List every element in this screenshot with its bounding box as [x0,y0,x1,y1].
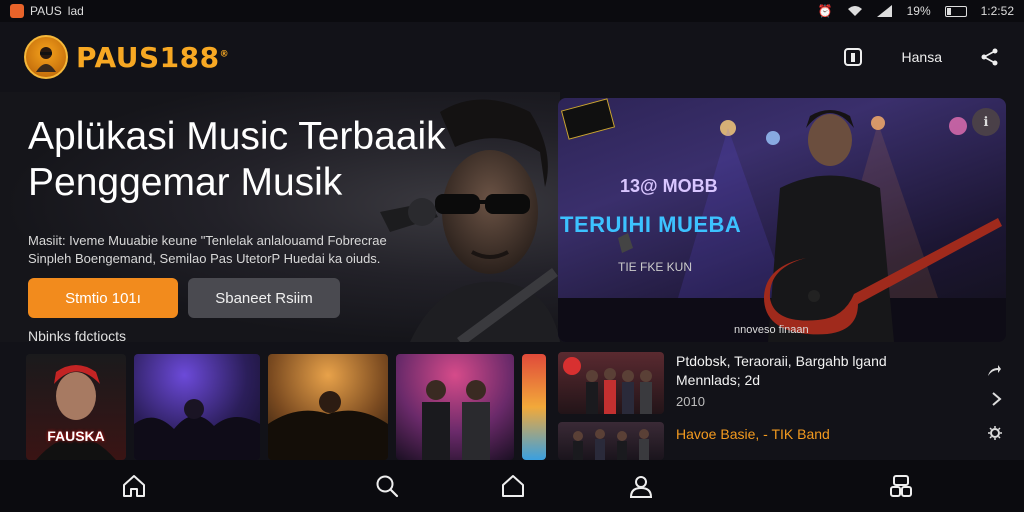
logo-text: PAUS188® [76,40,230,74]
thumbnail-card[interactable] [134,354,260,460]
search-icon [376,475,399,498]
list-thumbnail [558,352,664,414]
featured-subtitle: TIE FKE KUN [618,260,693,274]
featured-heading-1: 13@ MOBB [620,176,718,196]
app-icon [10,4,24,18]
chevron-right-icon[interactable] [990,392,1002,406]
status-extra: lad [67,4,84,18]
settings-gear-icon[interactable] [988,426,1002,440]
list-item-title: Havoe Basie, - TIK Band [676,426,830,442]
artist-photo-image [36,365,116,460]
thumbnail-row: FAUSKA [26,354,546,460]
hero-title-line1: Aplükasi Music Terbaaik [28,115,446,158]
list-item-subtitle: Mennlads; 2d [676,372,761,388]
nav-library-button[interactable] [499,472,527,500]
hero-description: Masiit: Iveme Muuabie keune "Tenlelak an… [28,232,448,268]
nav-profile-button[interactable] [627,472,655,500]
app-header: PAUS188® Hansa [0,22,1024,92]
featured-heading-2: TERUIHI MUEBA [560,212,742,237]
hero-title-line2: Penggemar Musik [28,161,343,204]
bottom-navigation [0,460,1024,512]
concert-image [134,399,260,460]
menu-link[interactable]: Hansa [902,49,942,65]
battery-icon [944,5,967,17]
signal-icon [876,5,892,17]
thumbnail-card[interactable] [268,354,388,460]
nav-more-button[interactable] [887,472,915,500]
nav-search-button[interactable] [373,472,401,500]
thumbnail-caption: FAUSKA [47,428,105,444]
hero-title: Aplükasi Music Terbaaik Penggemar Musik [28,114,446,206]
logo[interactable]: PAUS188® [24,35,229,79]
band-performance-image [268,391,388,460]
hero-desc-line1: Masiit: Iveme Muuabie keune "Tenlelak an… [28,233,387,248]
secondary-button[interactable]: Sbaneet Rsiim [188,278,340,318]
featured-caption: nnoveso finaan [734,324,809,336]
home-outline-icon [502,475,524,497]
battery-percent: 19% [906,4,931,18]
band-photo-image [573,429,649,460]
featured-card[interactable]: 13@ MOBB TERUIHI MUEBA TIE FKE KUN nnove… [558,98,1006,342]
list-item-year: 2010 [676,394,705,409]
status-app-name: PAUS [30,4,62,18]
apps-icon [890,475,912,497]
nav-home-button[interactable] [120,472,148,500]
section-label: Nbinks fdctiocts [28,328,127,344]
list-thumbnail [558,422,664,460]
wifi-icon [847,6,862,16]
info-icon[interactable]: ℹ [972,108,1000,136]
bookmark-icon[interactable] [842,46,864,68]
list-item[interactable]: Havoe Basie, - TIK Band [558,422,1024,460]
thumbnail-card[interactable] [396,354,514,460]
duo-photo-image [422,380,490,460]
share-arrow-icon[interactable] [986,364,1002,378]
thumbnail-card[interactable] [522,354,546,460]
home-icon [123,475,145,497]
start-button[interactable]: Stmtio 101ı [28,278,178,318]
alarm-icon: ⏰ [817,4,833,18]
thumbnail-card[interactable]: FAUSKA [26,354,126,460]
band-photo-image [563,357,652,414]
list-item[interactable]: Ptdobsk, Teraoraii, Bargahb lgand Mennla… [558,352,1024,414]
profile-icon [629,476,653,498]
status-bar: PAUS lad ⏰ 19% 1:2:52 [0,0,1024,22]
share-icon[interactable] [980,47,1000,67]
list-item-text: Ptdobsk, Teraoraii, Bargahb lgand Mennla… [676,352,887,414]
logo-mascot-icon [24,35,68,79]
status-time: 1:2:52 [980,4,1014,18]
hero-desc-line2: Sinpleh Boengemand, Semilao Pas UtetorP … [28,251,381,266]
list-item-title: Ptdobsk, Teraoraii, Bargahb lgand [676,353,887,369]
